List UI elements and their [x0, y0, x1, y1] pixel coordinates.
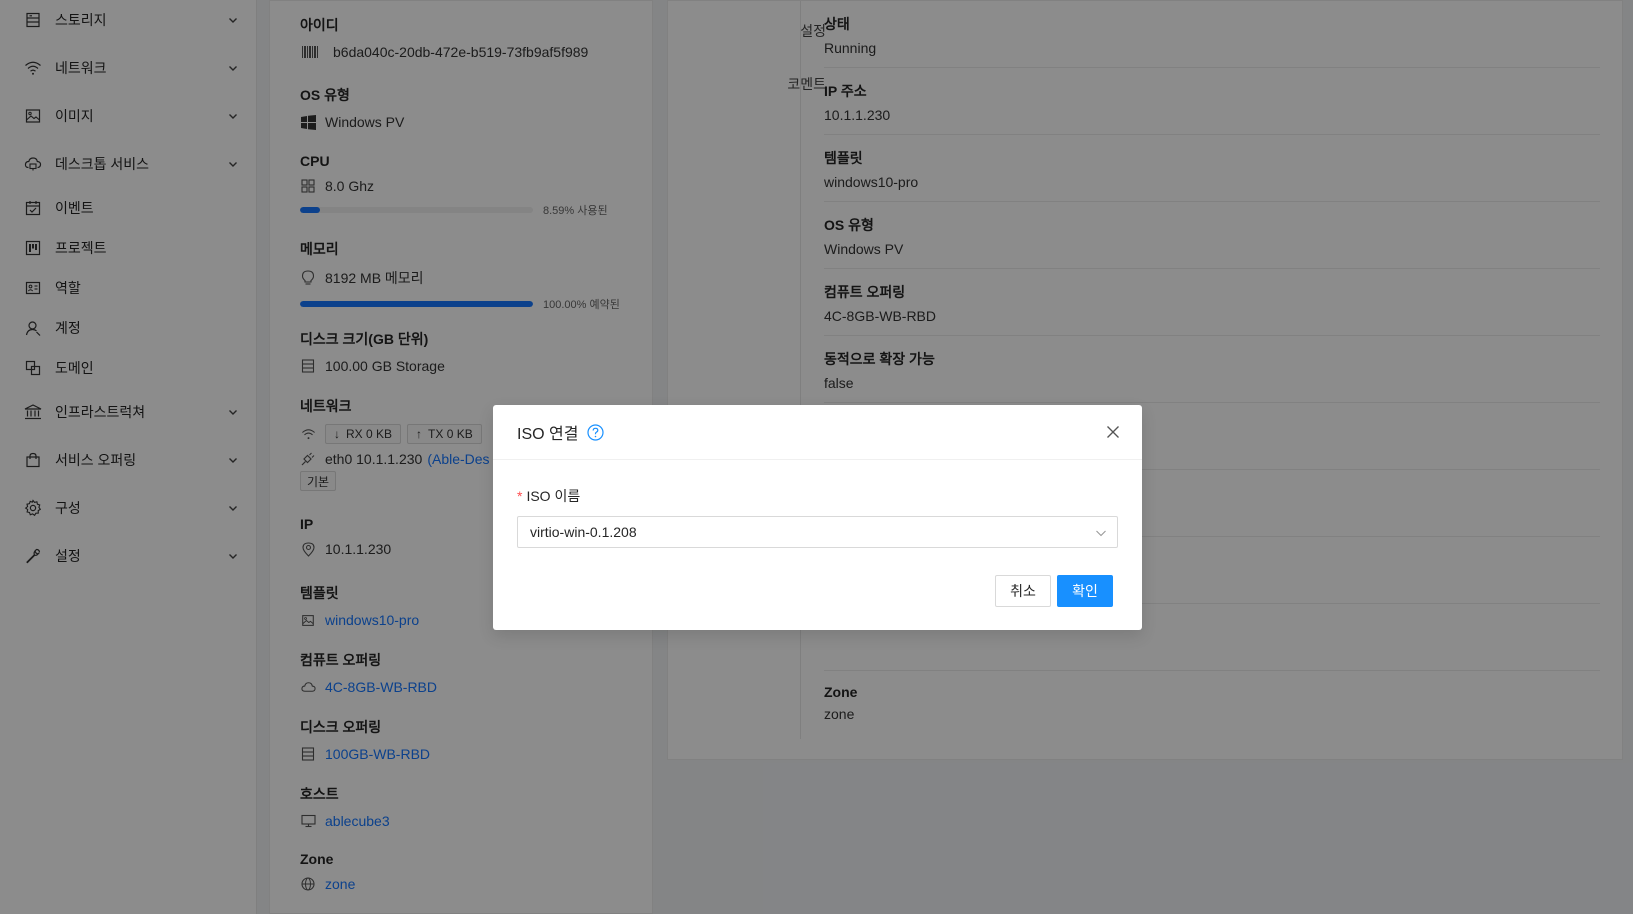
modal-footer: 취소 확인 — [995, 575, 1113, 607]
attach-iso-dialog: ISO 연결 * ISO 이름 virtio-win-0.1.208 취소 확인 — [493, 405, 1142, 630]
modal-header: ISO 연결 — [493, 405, 1142, 460]
ok-button[interactable]: 확인 — [1057, 575, 1113, 607]
iso-select-value: virtio-win-0.1.208 — [530, 524, 637, 540]
chevron-down-icon — [1095, 526, 1107, 542]
iso-name-label-text: ISO 이름 — [526, 488, 581, 504]
modal-title: ISO 연결 — [517, 426, 579, 443]
question-circle-icon[interactable] — [587, 423, 605, 441]
required-mark: * — [517, 488, 523, 504]
iso-select[interactable]: virtio-win-0.1.208 — [517, 516, 1118, 548]
close-icon[interactable] — [1104, 423, 1122, 441]
cancel-button[interactable]: 취소 — [995, 575, 1051, 607]
modal-body: * ISO 이름 virtio-win-0.1.208 — [493, 460, 1142, 548]
iso-name-label: * ISO 이름 — [517, 486, 1118, 506]
